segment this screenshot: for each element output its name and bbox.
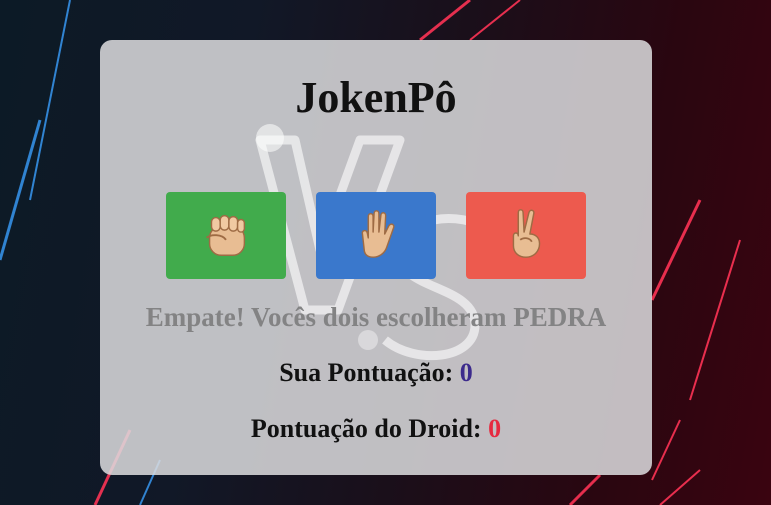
player-score-value: 0 [459,358,473,387]
choice-buttons [166,192,586,279]
scissors-button[interactable] [466,192,586,279]
droid-score: Pontuação do Droid: 0 [100,414,652,444]
paper-hand-icon [347,205,405,267]
droid-score-label: Pontuação do Droid: [250,414,482,443]
paper-button[interactable] [316,192,436,279]
rock-fist-icon [197,205,255,267]
game-title: JokenPô [295,73,457,122]
game-card: JokenPô Empate! Vocês dois escolheram PE… [100,40,652,475]
player-score: Sua Pontuação: 0 [100,358,652,388]
rock-button[interactable] [166,192,286,279]
player-score-label: Sua Pontuação: [279,358,454,387]
result-message: Empate! Vocês dois escolheram PEDRA [145,302,607,332]
scissors-hand-icon [497,205,555,267]
droid-score-value: 0 [488,414,502,443]
